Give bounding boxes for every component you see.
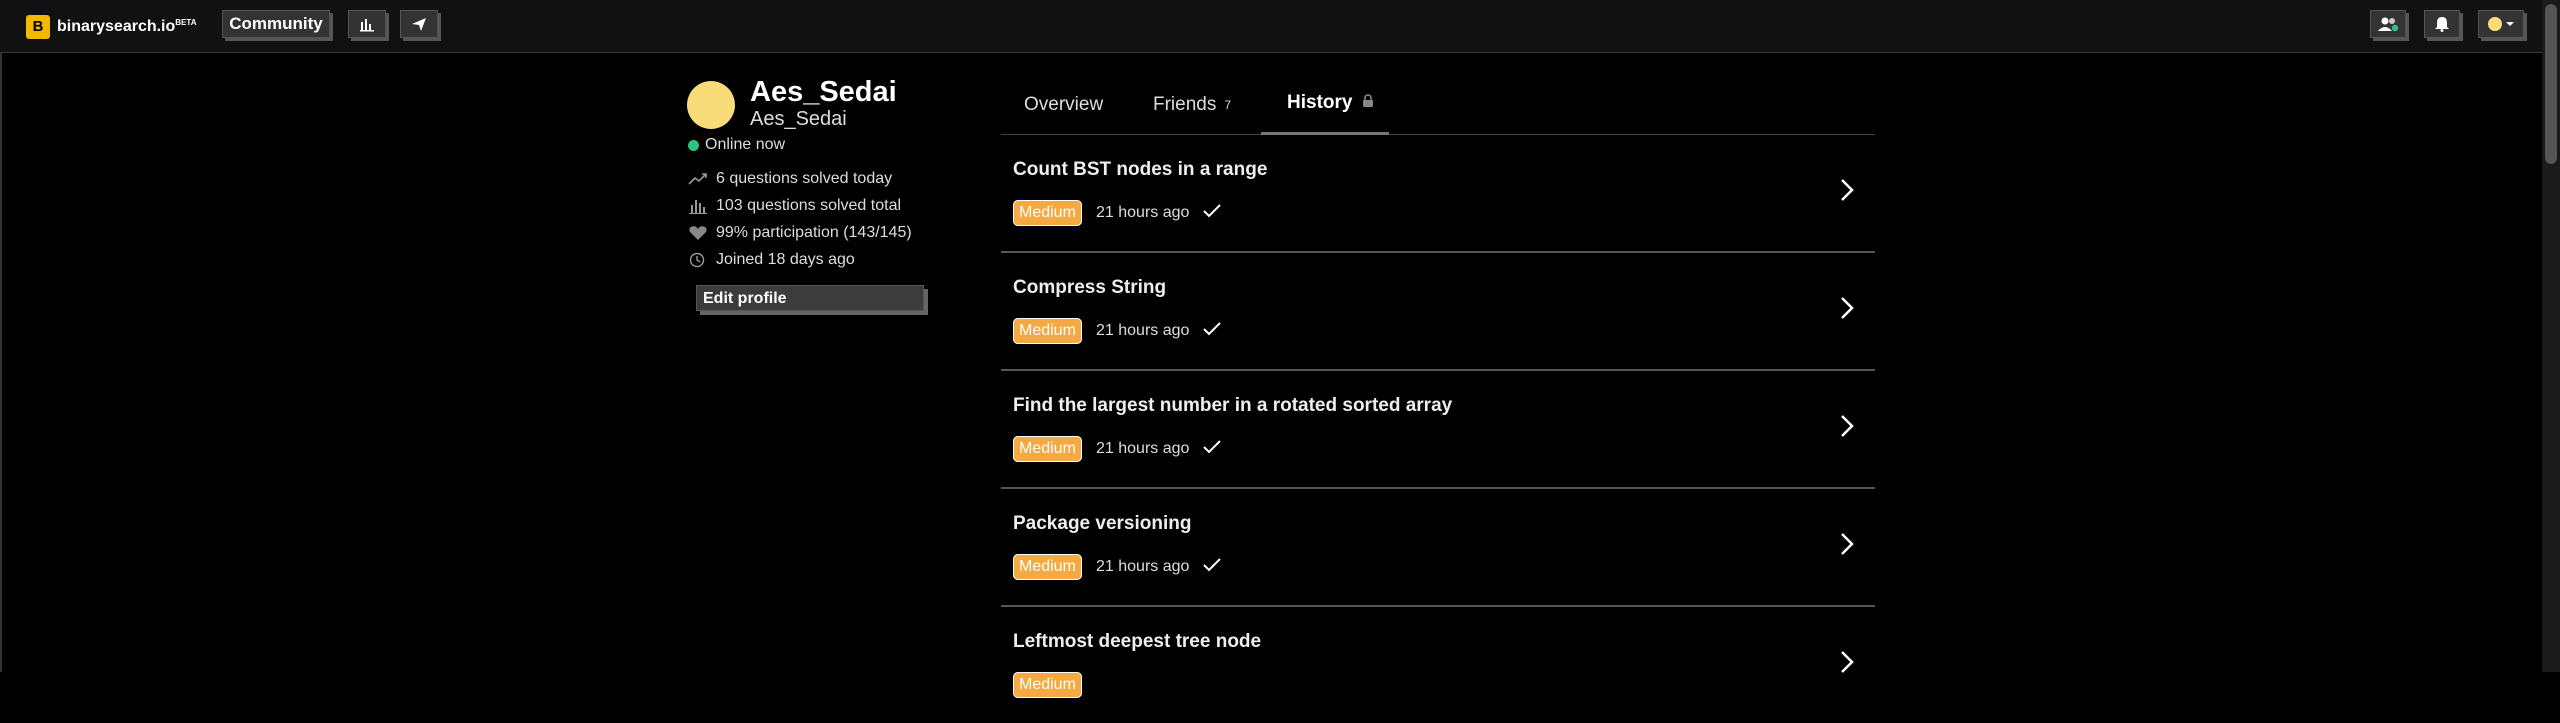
- difficulty-badge: Medium: [1013, 318, 1082, 344]
- friends-button[interactable]: [2370, 10, 2406, 38]
- bar-chart-icon: [689, 200, 707, 214]
- stat-solved-today: 6 questions solved today: [688, 170, 892, 188]
- tab-history[interactable]: History: [1287, 92, 1374, 114]
- leaderboard-button[interactable]: [348, 10, 386, 38]
- chevron-right-icon[interactable]: [1839, 177, 1855, 203]
- stat-text: 103 questions solved total: [716, 197, 902, 214]
- difficulty-badge: Medium: [1013, 436, 1082, 462]
- avatar-dropdown-icon: [2488, 17, 2514, 31]
- clock-icon: [689, 252, 705, 268]
- problem-title[interactable]: Count BST nodes in a range: [1013, 159, 1267, 181]
- solved-time: 21 hours ago: [1096, 558, 1190, 575]
- problem-title[interactable]: Leftmost deepest tree node: [1013, 631, 1261, 653]
- stat-joined: Joined 18 days ago: [688, 251, 855, 269]
- notifications-button[interactable]: [2424, 10, 2460, 38]
- online-status-text: Online now: [705, 136, 786, 153]
- stat-text: 6 questions solved today: [716, 170, 893, 187]
- problem-title[interactable]: Find the largest number in a rotated sor…: [1013, 395, 1452, 417]
- tab-friends[interactable]: Friends 7: [1153, 94, 1231, 116]
- chevron-right-icon[interactable]: [1839, 295, 1855, 321]
- beta-label: BETA: [175, 18, 197, 27]
- tab-label: Friends: [1153, 94, 1217, 115]
- difficulty-badge: Medium: [1013, 554, 1082, 580]
- user-menu-button[interactable]: [2478, 10, 2524, 38]
- scrollbar[interactable]: [2542, 0, 2560, 672]
- difficulty-badge: Medium: [1013, 672, 1082, 698]
- community-label: Community: [229, 14, 323, 33]
- list-item[interactable]: Count BST nodes in a range Medium 21 hou…: [1001, 135, 1875, 253]
- scrollbar-thumb[interactable]: [2545, 4, 2557, 164]
- avatar: [687, 81, 735, 129]
- lock-icon: [1362, 94, 1373, 107]
- chevron-right-icon[interactable]: [1839, 531, 1855, 557]
- list-item[interactable]: Find the largest number in a rotated sor…: [1001, 371, 1875, 489]
- friends-count: 7: [1224, 97, 1232, 112]
- list-item[interactable]: Package versioning Medium 21 hours ago: [1001, 489, 1875, 607]
- stat-text: Joined 18 days ago: [716, 251, 855, 268]
- page-left-border: [0, 53, 2, 672]
- online-status: Online now: [688, 136, 785, 154]
- check-icon: [1203, 558, 1221, 572]
- heart-icon: [689, 226, 707, 240]
- list-item[interactable]: Compress String Medium 21 hours ago: [1001, 253, 1875, 371]
- edit-profile-label: Edit profile: [703, 290, 787, 307]
- chevron-right-icon[interactable]: [1839, 413, 1855, 439]
- edit-profile-button[interactable]: Edit profile: [696, 285, 924, 311]
- check-icon: [1203, 322, 1221, 336]
- stat-solved-total: 103 questions solved total: [688, 197, 901, 215]
- check-icon: [1203, 440, 1221, 454]
- problem-title[interactable]: Compress String: [1013, 277, 1166, 299]
- tab-label: History: [1287, 92, 1353, 113]
- profile-username: Aes_Sedai: [750, 108, 847, 130]
- friends-icon: [2378, 17, 2399, 32]
- stat-text: 99% participation (143/145): [716, 224, 912, 241]
- bar-chart-icon: [360, 19, 374, 32]
- profile-tabs: Overview Friends 7 History: [1001, 80, 1875, 135]
- history-list: Count BST nodes in a range Medium 21 hou…: [1001, 135, 1875, 723]
- stat-participation: 99% participation (143/145): [688, 224, 912, 242]
- chevron-right-icon[interactable]: [1839, 649, 1855, 675]
- profile-display-name: Aes_Sedai: [750, 76, 897, 108]
- send-icon: [412, 18, 426, 31]
- solved-time: 21 hours ago: [1096, 204, 1190, 221]
- tab-overview[interactable]: Overview: [1024, 94, 1103, 116]
- online-dot-icon: [688, 139, 699, 151]
- solved-time: 21 hours ago: [1096, 322, 1190, 339]
- community-button[interactable]: Community: [222, 10, 330, 38]
- list-item[interactable]: Leftmost deepest tree node Medium: [1001, 607, 1875, 723]
- trend-icon: [688, 173, 707, 185]
- bell-icon: [2435, 17, 2449, 32]
- problem-title[interactable]: Package versioning: [1013, 513, 1191, 535]
- tab-label: Overview: [1024, 94, 1104, 115]
- solved-time: 21 hours ago: [1096, 440, 1190, 457]
- site-name[interactable]: binarysearch.ioBETA: [57, 18, 196, 36]
- check-icon: [1203, 204, 1221, 218]
- send-button[interactable]: [400, 10, 438, 38]
- logo-icon[interactable]: B: [26, 15, 50, 39]
- top-navbar: B binarysearch.ioBETA Community: [0, 0, 2560, 53]
- difficulty-badge: Medium: [1013, 200, 1082, 226]
